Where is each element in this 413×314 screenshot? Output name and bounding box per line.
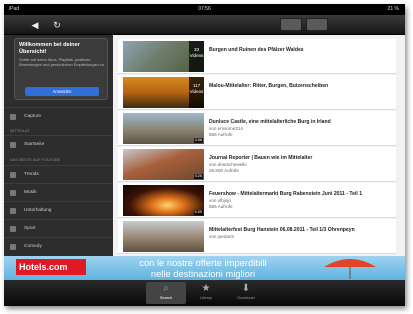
sidebar-item-musik[interactable]: Musik	[4, 183, 113, 201]
reload-button[interactable]: ↻	[48, 18, 66, 32]
section-header-mine: Mitteilat	[10, 128, 30, 133]
video-row[interactable]: Mittelalterfest Burg Hanstein 06.08.2011…	[118, 219, 396, 254]
video-duration: 5:26	[193, 174, 203, 179]
search-icon: ⌕	[163, 283, 169, 294]
entertainment-icon	[10, 208, 16, 214]
playlist-count: 33	[193, 47, 200, 52]
playlist-count-unit: Videos	[189, 53, 204, 58]
sidebar: Willkommen bei deiner Übersicht! Greife …	[4, 35, 113, 256]
video-views: 25.600 Aufrufe	[209, 168, 239, 173]
bottom-tab-bar: ⌕ Search ★ Library ⬇ Download	[4, 280, 405, 306]
video-title[interactable]: Dunluce Castle, eine mittelalterliche Bu…	[209, 119, 394, 125]
sidebar-item-startseite[interactable]: Startseite	[4, 135, 113, 153]
video-author: von juedarm	[209, 234, 235, 239]
sidebar-item-sport[interactable]: Sport	[4, 219, 113, 237]
welcome-body: Greife auf deine Abos, Playlists, positi…	[19, 57, 106, 67]
sport-icon	[10, 226, 16, 232]
sidebar-item-label: Musik	[24, 190, 37, 195]
sidebar-item-label: Capture	[24, 114, 42, 119]
video-thumbnail[interactable]: 6:55	[123, 185, 204, 216]
star-icon: ★	[201, 283, 211, 294]
video-title[interactable]: Journal Reporter | Bauen wie im Mittelal…	[209, 155, 394, 161]
comedy-icon	[10, 244, 16, 250]
sidebar-item-comedy[interactable]: Comedy	[4, 237, 113, 255]
tab-download[interactable]: ⬇ Download	[226, 282, 266, 304]
video-thumbnail[interactable]: 33 Videos	[123, 41, 204, 72]
reload-icon: ↻	[53, 20, 61, 30]
ad-banner[interactable]: Hotels.com con le nostre offerte imperdi…	[4, 256, 405, 280]
clock: 07:56	[198, 6, 211, 12]
video-row[interactable]: 3:38 Dunluce Castle, eine mittelalterlic…	[118, 111, 396, 146]
sidebar-item-label: Trends	[24, 172, 39, 177]
sign-in-button[interactable]: Anmelden	[25, 87, 99, 96]
video-row[interactable]: 33 Videos Burgen und Ruinen des Pfälzer …	[118, 39, 396, 74]
tab-label: Search	[159, 295, 173, 300]
back-arrow-icon: ◀	[31, 20, 39, 30]
sidebar-item-label: Unterhaltung	[24, 208, 52, 213]
sidebar-item-label: Startseite	[24, 142, 45, 147]
video-thumbnail[interactable]: 3:38	[123, 113, 204, 144]
welcome-panel: Willkommen bei deiner Übersicht! Greife …	[14, 38, 108, 100]
sidebar-item-label: Sport	[24, 226, 36, 231]
capture-icon	[10, 114, 16, 120]
battery-indicator: 21 %	[387, 6, 399, 12]
sidebar-item-trends[interactable]: Trends	[4, 165, 113, 183]
tab-label: Library	[200, 295, 212, 300]
section-header-best: Das Beste auf YouTube	[10, 157, 61, 162]
video-views: 555 Aufrufe	[209, 204, 233, 209]
video-duration: 3:38	[193, 138, 203, 143]
home-icon	[10, 142, 16, 148]
umbrella-icon	[324, 259, 376, 279]
video-thumbnail[interactable]: 5:26	[123, 149, 204, 180]
trends-icon	[10, 172, 16, 178]
sidebar-item-unterhaltung[interactable]: Unterhaltung	[4, 201, 113, 219]
video-thumbnail[interactable]	[123, 221, 204, 252]
back-button[interactable]: ◀	[26, 18, 44, 32]
tab-search[interactable]: ⌕ Search	[146, 282, 186, 304]
ad-text-line-2: nelle destinazioni migliori	[150, 268, 256, 279]
toolbar-button-2[interactable]	[306, 18, 328, 31]
playlist-count-unit: Videos	[189, 89, 204, 94]
sidebar-item-label: Comedy	[24, 244, 42, 249]
ad-logo: Hotels.com	[16, 259, 86, 275]
welcome-title: Willkommen bei deiner Übersicht!	[19, 42, 80, 55]
video-row[interactable]: 5:26 Journal Reporter | Bauen wie im Mit…	[118, 147, 396, 182]
ad-text-line-1: con le nostre offerte imperdibili	[139, 257, 267, 268]
toolbar-button-1[interactable]	[280, 18, 302, 31]
tab-library[interactable]: ★ Library	[186, 282, 226, 304]
video-title[interactable]: Feuershow - Mittelaltermarkt Burg Rabens…	[209, 191, 394, 197]
playlist-count: 117	[192, 83, 201, 88]
video-views: 856 Aufrufe	[209, 132, 233, 137]
top-toolbar: ◀ ↻	[4, 15, 405, 35]
music-icon	[10, 190, 16, 196]
video-title[interactable]: Malou-Mittelalter: Ritter, Burgen, Butze…	[209, 83, 394, 89]
ipad-screen: iPad 07:56 21 % ◀ ↻ Willkommen bei deine…	[4, 4, 405, 306]
video-thumbnail[interactable]: 117 Videos	[123, 77, 204, 108]
video-duration: 6:55	[193, 210, 203, 215]
video-list: 33 Videos Burgen und Ruinen des Pfälzer …	[113, 35, 405, 256]
sidebar-item-capture[interactable]: Capture	[4, 107, 113, 125]
video-row[interactable]: 117 Videos Malou-Mittelalter: Ritter, Bu…	[118, 75, 396, 110]
video-title[interactable]: Mittelalterfest Burg Hanstein 06.08.2011…	[209, 227, 394, 233]
status-bar: iPad 07:56 21 %	[4, 4, 405, 15]
video-title[interactable]: Burgen und Ruinen des Pfälzer Waldes	[209, 47, 394, 53]
playlist-count-badge: 33 Videos	[189, 41, 204, 72]
tab-label: Download	[237, 295, 255, 300]
playlist-count-badge: 117 Videos	[189, 77, 204, 108]
download-icon: ⬇	[241, 283, 251, 294]
video-row[interactable]: 6:55 Feuershow - Mittelaltermarkt Burg R…	[118, 183, 396, 218]
